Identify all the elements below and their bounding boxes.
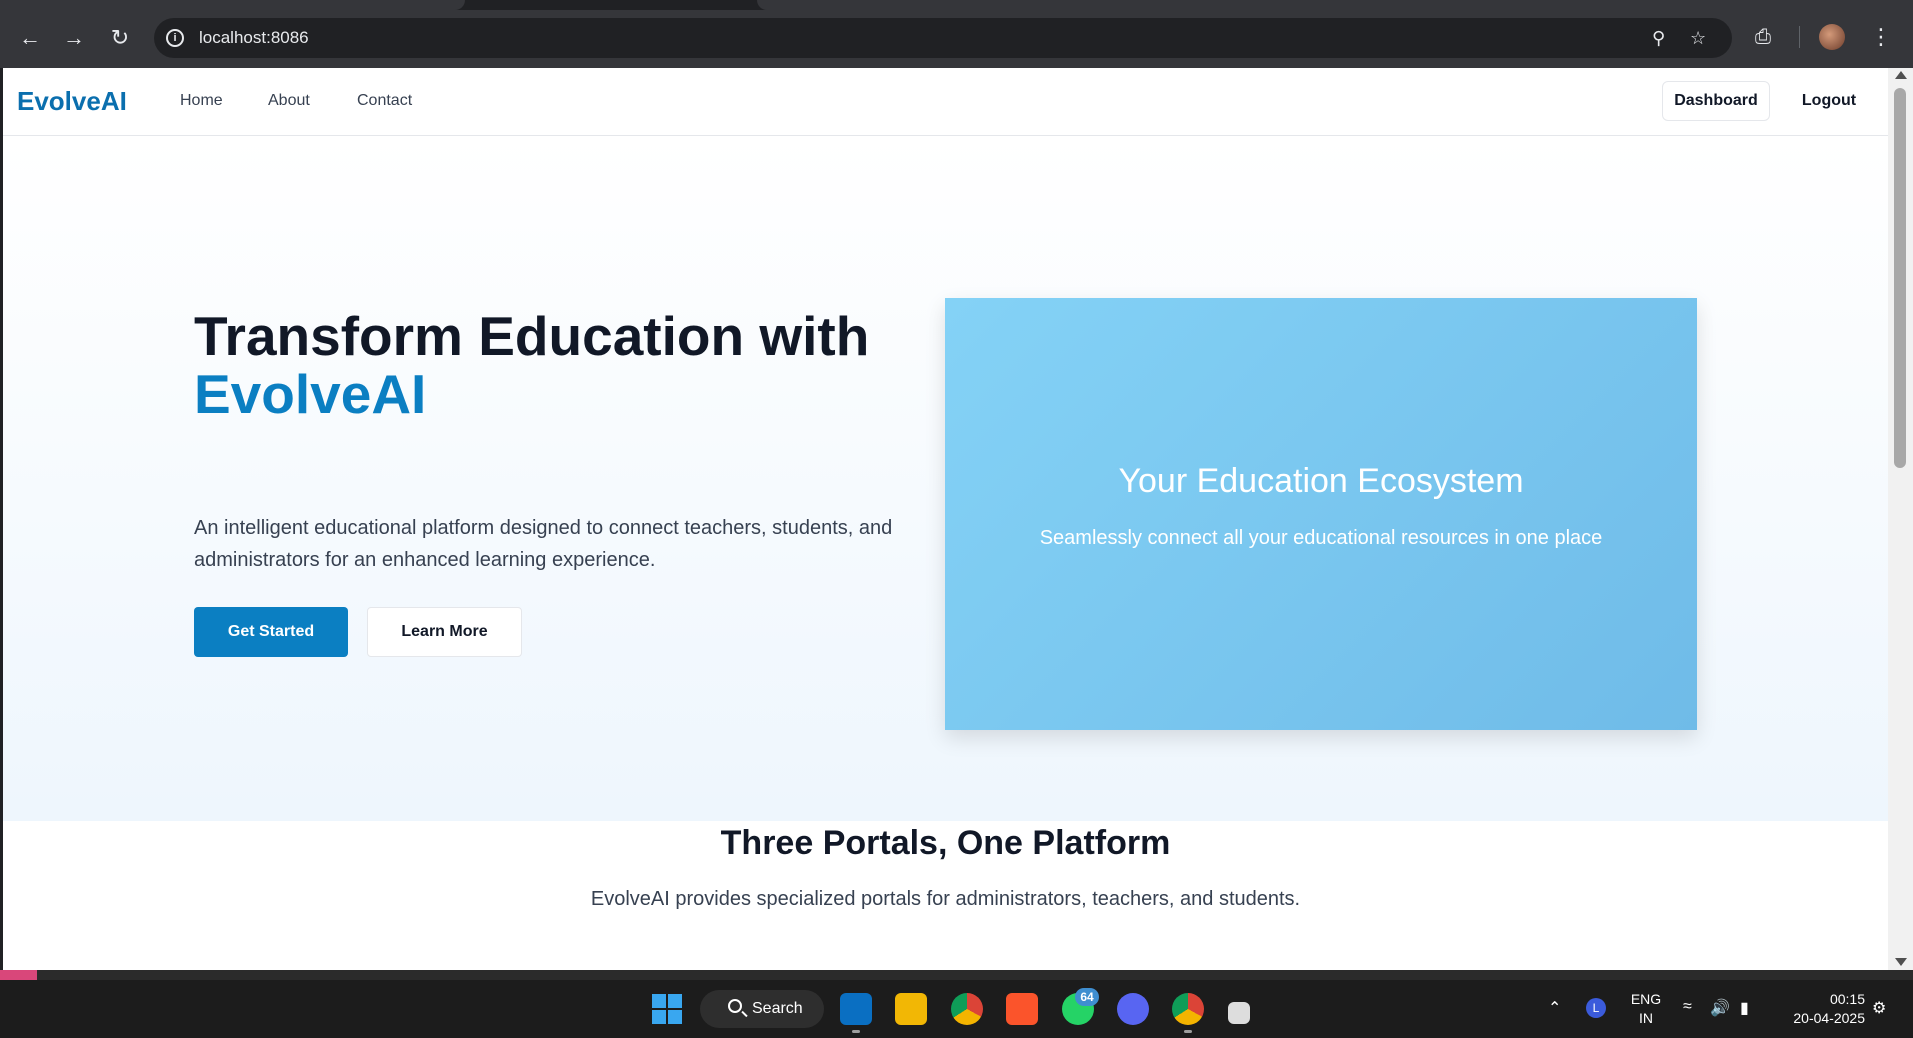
forward-icon[interactable]: → (60, 24, 88, 52)
bookmark-star-icon[interactable]: ☆ (1690, 28, 1706, 48)
underlying-window-strip (0, 970, 1913, 980)
taskbar-search-label: Search (752, 1000, 803, 1017)
site-navbar: EvolveAI Home About Contact Dashboard Lo… (3, 68, 1888, 136)
hero-feature-card: Your Education Ecosystem Seamlessly conn… (945, 298, 1697, 730)
whatsapp-badge: 64 (1075, 988, 1099, 1006)
show-hidden-icons-icon[interactable]: ⌃ (1548, 998, 1561, 1018)
hero-description: An intelligent educational platform desi… (194, 517, 893, 571)
scroll-down-icon[interactable] (1895, 958, 1907, 966)
battery-icon[interactable]: ▮ (1740, 998, 1749, 1018)
brave-icon[interactable] (1006, 993, 1038, 1025)
address-url[interactable]: localhost:8086 (199, 28, 309, 48)
snipping-tool-icon[interactable] (1228, 1002, 1250, 1024)
language-code: ENG (1630, 991, 1662, 1007)
brand-logo[interactable]: EvolveAI (17, 86, 127, 117)
hero-title-accent: EvolveAI (194, 363, 427, 425)
scroll-up-icon[interactable] (1895, 71, 1907, 79)
discord-icon[interactable] (1117, 993, 1149, 1025)
dashboard-button[interactable]: Dashboard (1662, 81, 1770, 121)
card-subtitle: Seamlessly connect all your educational … (1039, 527, 1603, 549)
address-bar[interactable]: i localhost:8086 ⚲ ☆ (154, 18, 1732, 58)
get-started-button[interactable]: Get Started (194, 607, 348, 657)
nav-contact-link[interactable]: Contact (357, 92, 412, 110)
section-subtitle: EvolveAI provides specialized portals fo… (590, 888, 1301, 910)
logout-button[interactable]: Logout (1783, 81, 1875, 121)
scrollbar-thumb[interactable] (1894, 88, 1906, 468)
zoom-icon[interactable]: ⚲ (1652, 28, 1665, 48)
notifications-icon[interactable]: ⚙ (1872, 998, 1886, 1018)
tab-strip (0, 0, 1913, 10)
app-tray-icon[interactable]: L (1586, 998, 1606, 1018)
nav-home-link[interactable]: Home (180, 92, 223, 110)
region-code: IN (1639, 1010, 1653, 1026)
hero-title: Transform Education with EvolveAI (194, 307, 914, 423)
vscode-icon[interactable] (840, 993, 872, 1025)
browser-toolbar: ← → ↻ i localhost:8086 ⚲ ☆ ⎙ ⋮ (0, 0, 1913, 68)
back-icon[interactable]: ← (16, 24, 44, 52)
windows-start-icon[interactable] (652, 994, 682, 1024)
language-indicator[interactable]: ENG IN (1628, 990, 1664, 1028)
system-clock[interactable]: 00:15 20-04-2025 (1775, 990, 1865, 1028)
hero-section: Transform Education with EvolveAI An int… (3, 137, 1888, 821)
running-indicator (1184, 1030, 1192, 1033)
site-info-icon[interactable]: i (166, 29, 184, 47)
clock-date: 20-04-2025 (1793, 1010, 1865, 1026)
learn-more-button[interactable]: Learn More (367, 607, 522, 657)
toolbar-divider (1799, 26, 1800, 48)
wifi-icon[interactable]: ≈ (1683, 998, 1692, 1016)
windows-taskbar: Search 64 ⌃ L ENG IN ≈ 🔊 ▮ 00:15 20-04-2… (0, 980, 1913, 1038)
reload-icon[interactable]: ↻ (106, 24, 134, 52)
section-title: Three Portals, One Platform (720, 824, 1171, 862)
card-title: Your Education Ecosystem (1118, 462, 1524, 500)
clock-time: 00:15 (1829, 991, 1865, 1007)
profile-avatar[interactable] (1819, 24, 1845, 50)
browser-menu-icon[interactable]: ⋮ (1870, 22, 1892, 52)
page-scrollbar[interactable] (1888, 68, 1913, 970)
running-indicator (852, 1030, 860, 1033)
chrome-icon[interactable] (951, 993, 983, 1025)
chrome-active-icon[interactable] (1172, 993, 1204, 1025)
nav-about-link[interactable]: About (268, 92, 310, 110)
hero-title-text: Transform Education with (194, 305, 870, 367)
extensions-icon[interactable]: ⎙ (1755, 26, 1771, 49)
volume-icon[interactable]: 🔊 (1710, 998, 1730, 1018)
search-icon (728, 999, 742, 1013)
taskbar-search[interactable]: Search (700, 990, 824, 1028)
page-viewport: EvolveAI Home About Contact Dashboard Lo… (3, 68, 1888, 970)
file-explorer-icon[interactable] (895, 993, 927, 1025)
